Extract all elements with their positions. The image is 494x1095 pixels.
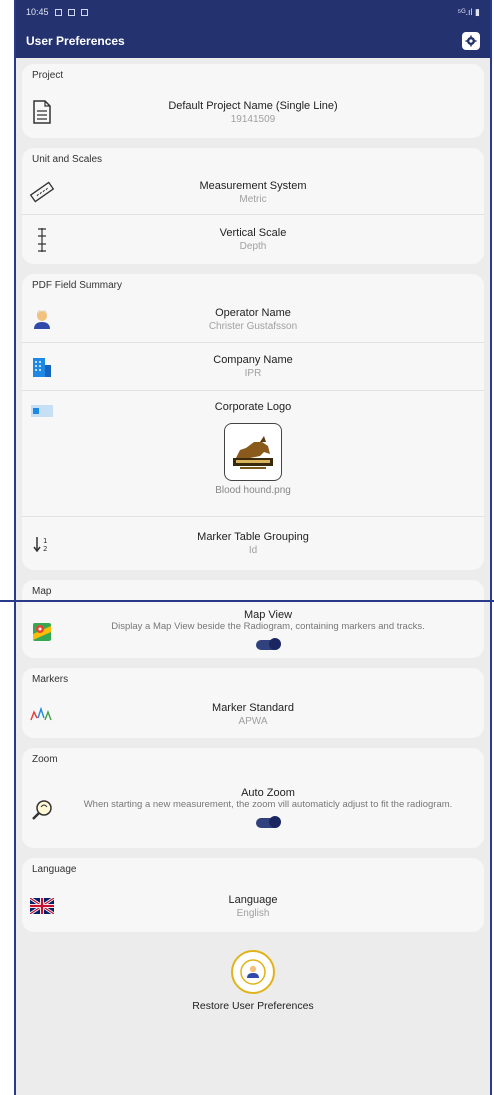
vertical-scale-icon [38, 227, 46, 252]
row-value: Christer Gustafsson [208, 320, 298, 332]
pdf-field-summary-card: PDF Field Summary Operator Name Christer… [22, 274, 484, 570]
default-project-name-row[interactable]: Default Project Name (Single Line) 19141… [22, 86, 484, 138]
auto-zoom-row[interactable]: Auto Zoom When starting a new measuremen… [22, 770, 484, 848]
gear-icon [465, 35, 477, 47]
logo-preview[interactable] [224, 423, 282, 481]
row-value: IPR [244, 368, 262, 379]
marker-standard-icon [30, 706, 52, 721]
sync-icon [67, 8, 75, 16]
building-icon [33, 357, 51, 377]
row-label: Marker Standard [212, 701, 294, 714]
svg-text:2: 2 [43, 545, 47, 553]
section-title: Map [32, 586, 52, 597]
status-time: 10:45 [26, 7, 49, 17]
section-title: Language [32, 864, 77, 875]
map-card: Map Map View Display a Map View beside t… [22, 580, 484, 658]
zoom-card: Zoom Auto Zoom When starting a new measu… [22, 748, 484, 848]
uk-flag-icon [30, 898, 54, 914]
company-name-row[interactable]: Company Name IPR [22, 342, 484, 390]
row-description: When starting a new measurement, the zoo… [83, 799, 453, 811]
row-value: Depth [239, 241, 267, 252]
restore-label: Restore User Preferences [192, 1000, 314, 1012]
row-label: Auto Zoom [241, 787, 295, 800]
app-window: 10:45 ⁵ᴳ.ıl ▮ User Preferences Project D… [14, 0, 492, 1095]
operator-name-row[interactable]: Operator Name Christer Gustafsson [22, 296, 484, 342]
row-label: Map View [243, 609, 293, 622]
row-label: Language [228, 893, 278, 906]
restore-preferences-button[interactable]: Restore User Preferences [22, 942, 484, 1012]
row-value: Id [248, 545, 258, 556]
row-label: Company Name [213, 354, 293, 366]
document-icon [33, 100, 51, 124]
image-icon [31, 405, 53, 417]
status-bar: 10:45 ⁵ᴳ.ıl ▮ [16, 0, 490, 24]
markers-card: Markers Marker Standard APWA [22, 668, 484, 738]
sort-icon: 12 [33, 536, 47, 553]
language-card: Language Language English [22, 858, 484, 932]
settings-button[interactable] [462, 32, 480, 50]
window-divider [0, 600, 494, 602]
auto-zoom-toggle[interactable] [256, 815, 281, 828]
svg-text:1: 1 [43, 537, 47, 545]
preferences-list: Project Default Project Name (Single Lin… [16, 58, 490, 1012]
corporate-logo-row[interactable]: Corporate Logo Blood hound.png [22, 390, 484, 516]
notification-icon [54, 8, 62, 16]
row-label: Operator Name [215, 306, 291, 319]
restore-icon [231, 950, 275, 994]
page-title: User Preferences [26, 34, 125, 48]
unit-and-scales-card: Unit and Scales Measurement System Metri… [22, 148, 484, 264]
row-value: 19141509 [230, 113, 276, 125]
vertical-scale-row[interactable]: Vertical Scale Depth [22, 214, 484, 264]
row-value: APWA [238, 715, 268, 727]
status-signal: ⁵ᴳ.ıl ▮ [457, 6, 480, 17]
row-label: Marker Table Grouping [197, 531, 309, 543]
row-description: Display a Map View beside the Radiogram,… [111, 621, 425, 633]
app-header: User Preferences [16, 24, 490, 58]
section-title: Zoom [32, 754, 58, 765]
row-label: Vertical Scale [219, 227, 287, 239]
ruler-icon [29, 181, 55, 203]
marker-table-grouping-row[interactable]: 12 Marker Table Grouping Id [22, 516, 484, 570]
row-label: Measurement System [199, 179, 307, 192]
project-card: Project Default Project Name (Single Lin… [22, 64, 484, 138]
row-value: English [236, 907, 270, 919]
marker-standard-row[interactable]: Marker Standard APWA [22, 690, 484, 738]
map-view-row[interactable]: Map View Display a Map View beside the R… [22, 602, 484, 658]
measurement-system-row[interactable]: Measurement System Metric [22, 170, 484, 214]
row-label: Default Project Name (Single Line) [168, 99, 338, 112]
storage-icon [80, 8, 88, 16]
zoom-icon [32, 800, 52, 820]
section-title: Markers [32, 674, 69, 685]
section-title: Unit and Scales [32, 154, 103, 165]
map-icon [33, 623, 51, 641]
row-label: Corporate Logo [214, 401, 292, 413]
map-view-toggle[interactable] [256, 637, 281, 650]
logo-filename: Blood hound.png [215, 485, 291, 496]
person-icon [34, 310, 50, 329]
bloodhound-logo [233, 436, 273, 469]
section-title: PDF Field Summary [32, 280, 123, 291]
language-row[interactable]: Language English [22, 880, 484, 932]
section-title: Project [32, 70, 64, 81]
row-value: Metric [239, 193, 267, 205]
